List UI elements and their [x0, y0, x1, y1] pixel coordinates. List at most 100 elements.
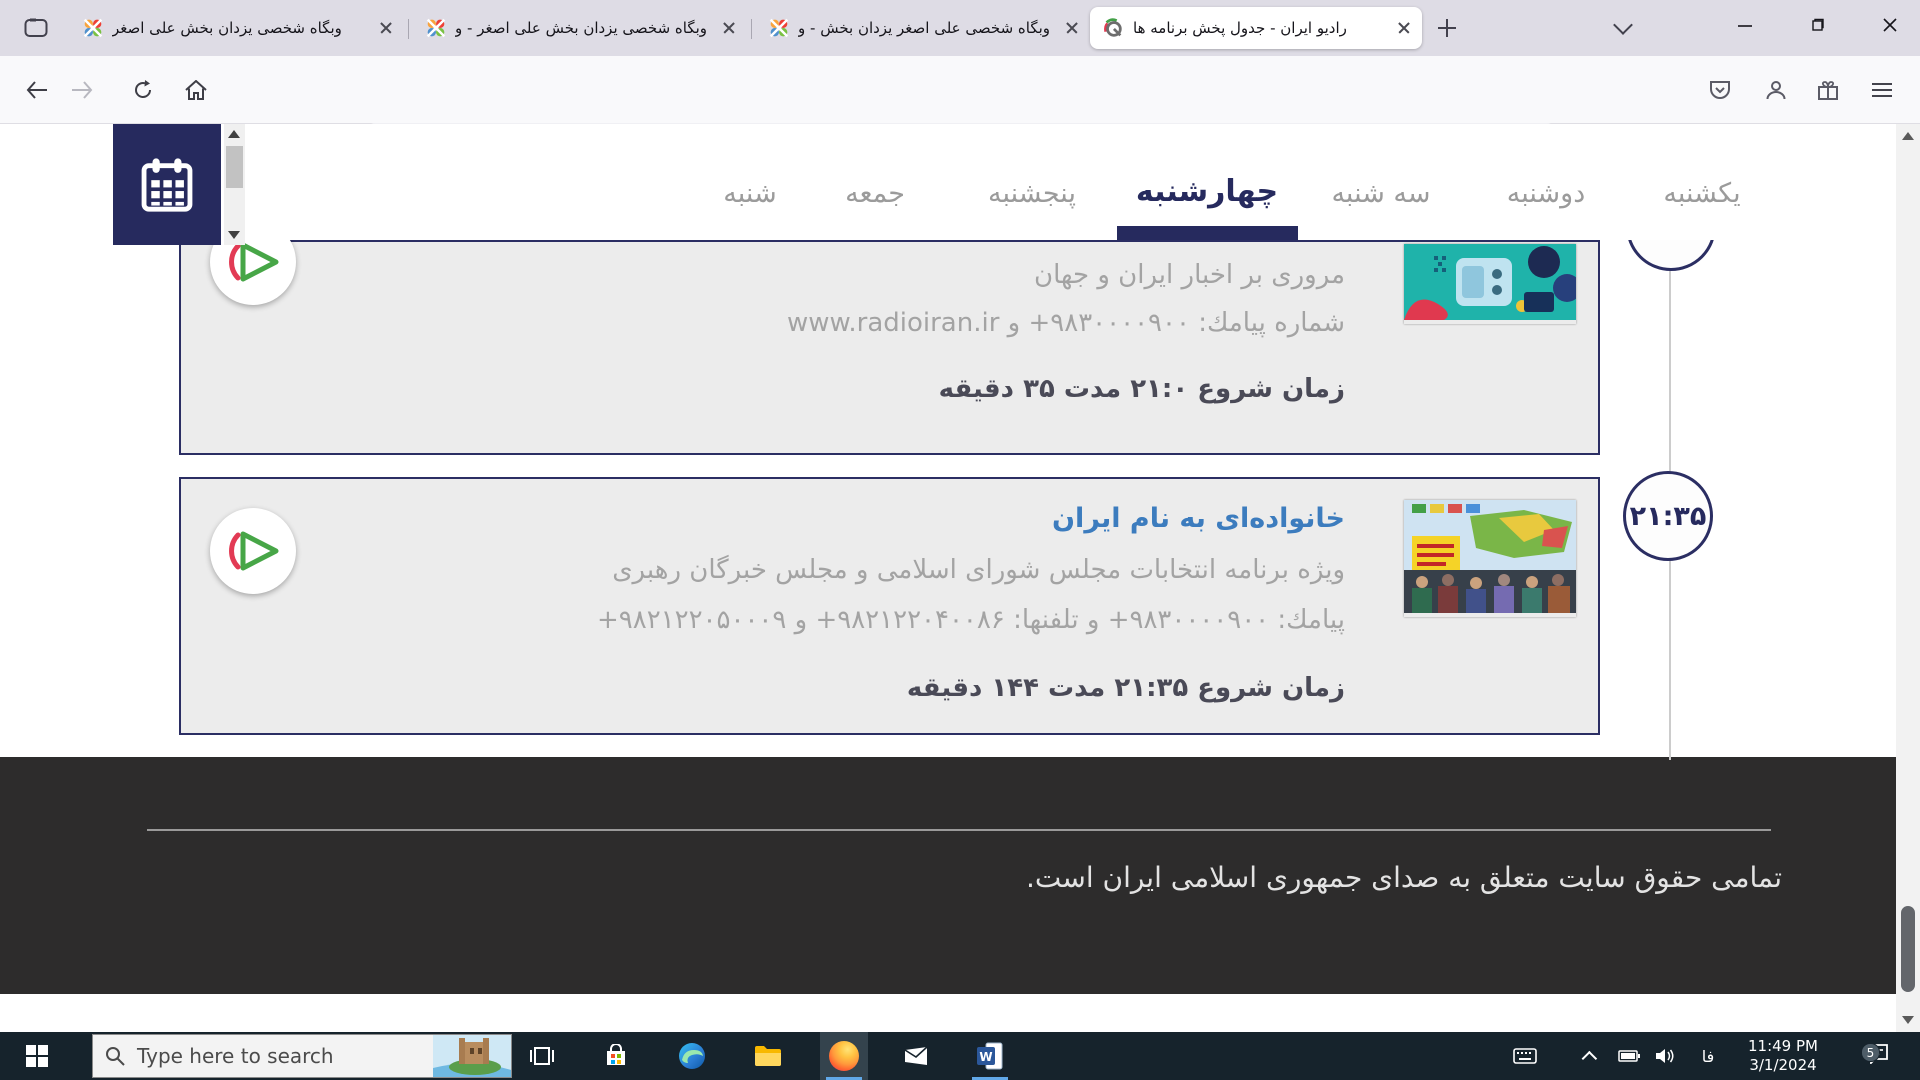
search-highlight-image[interactable]	[433, 1034, 511, 1078]
browser-toolbar: radio.iranseda.ir/epglist/?VALID=TRUE&ch…	[0, 56, 1920, 124]
tab-close-icon[interactable]	[1398, 22, 1410, 34]
list-tabs-chevron-icon[interactable]	[1613, 15, 1633, 35]
tab-day-thursday[interactable]: پنجشنبه	[988, 178, 1076, 209]
program-subtitle: ویژه برنامه انتخابات مجلس شورای اسلامی و…	[612, 555, 1345, 585]
file-explorer-button[interactable]	[746, 1032, 790, 1080]
scrollbar-up-icon[interactable]	[1902, 132, 1914, 140]
home-icon[interactable]	[178, 72, 214, 108]
gift-icon[interactable]	[1810, 72, 1846, 108]
browser-scrollbar[interactable]	[1896, 124, 1920, 1032]
speaker-icon	[1655, 1048, 1675, 1064]
firefox-view-icon[interactable]	[18, 13, 54, 43]
tab-title: وبگاه شخصی یزدان بخش علی اصغر - و	[455, 19, 714, 37]
search-placeholder: Type here to search	[137, 1044, 433, 1068]
account-icon[interactable]	[1758, 72, 1794, 108]
tab-4-active[interactable]: رادیو ایران - جدول پخش برنامه ها	[1090, 7, 1422, 49]
program-thumbnail-poster	[1404, 500, 1576, 617]
timeline-time-badge: ۲۱:۳۵	[1623, 471, 1713, 561]
firefox-button-active[interactable]	[820, 1032, 868, 1080]
program-thumbnail-radio	[1404, 244, 1576, 324]
tab-close-icon[interactable]	[380, 22, 392, 34]
word-button[interactable]: W	[966, 1032, 1014, 1080]
file-explorer-icon	[754, 1044, 782, 1068]
active-day-underline	[1117, 226, 1298, 240]
tab-day-friday[interactable]: جمعه	[845, 178, 905, 209]
scrollbar-thumb[interactable]	[1901, 906, 1915, 992]
tab-2[interactable]: وبگاه شخصی یزدان بخش علی اصغر - و	[414, 7, 747, 49]
program-subtitle: مروری بر اخبار ایران و جهان	[1034, 260, 1345, 290]
program-title[interactable]: خانواده‌ای به نام ایران	[1052, 503, 1345, 534]
tab-1[interactable]: وبگاه شخصی یزدان بخش علی اصغر	[71, 7, 404, 49]
weekday-nav: شنبه جمعه پنجشنبه چهارشنبه سه شنبه دوشنب…	[0, 124, 1896, 240]
tab-separator	[408, 19, 409, 39]
program-contact-line: شماره پیامك: ‪+۹۸۳۰۰۰۰۹۰۰‬ و www.radioir…	[787, 308, 1345, 338]
scroll-down-icon[interactable]	[228, 231, 240, 239]
program-time-info: زمان شروع ۲۱:۳۵ مدت ۱۴۴ دقیقه	[907, 673, 1345, 703]
tab-title: وبگاه شخصی یزدان بخش علی اصغر	[112, 19, 371, 37]
edge-button[interactable]	[670, 1032, 714, 1080]
taskbar-search[interactable]: Type here to search	[92, 1034, 512, 1078]
window-close-button[interactable]	[1870, 8, 1910, 42]
taskbar-clock[interactable]: 11:49 PM 3/1/2024	[1735, 1032, 1831, 1080]
calendar-button[interactable]	[113, 124, 221, 245]
start-button[interactable]	[12, 1032, 62, 1080]
tab-separator	[751, 19, 752, 39]
new-tab-button[interactable]	[1435, 16, 1459, 40]
browser-tab-bar: وبگاه شخصی یزدان بخش علی اصغر وبگاه شخصی…	[0, 0, 1920, 56]
window-maximize-button[interactable]	[1797, 8, 1837, 42]
play-button[interactable]	[210, 508, 296, 594]
language-indicator[interactable]: فا	[1688, 1032, 1728, 1080]
chevron-up-icon	[1581, 1050, 1597, 1066]
task-view-button[interactable]	[520, 1032, 564, 1080]
footer-copyright: تمامی حقوق سایت متعلق به صدای جمهوری اسل…	[1026, 861, 1782, 894]
tab-day-sunday[interactable]: یکشنبه	[1663, 178, 1740, 209]
joomla-favicon-icon	[426, 18, 446, 38]
tab-day-monday[interactable]: دوشنبه	[1507, 178, 1585, 209]
action-center-button[interactable]: 5	[1856, 1032, 1900, 1080]
store-bag-icon	[604, 1044, 628, 1068]
tab-title: رادیو ایران - جدول پخش برنامه ها	[1133, 19, 1389, 37]
tab-day-wednesday-active[interactable]: چهارشنبه	[1136, 174, 1278, 209]
word-icon: W	[976, 1042, 1004, 1070]
back-icon[interactable]	[19, 72, 55, 108]
touch-keyboard-icon	[1513, 1048, 1537, 1064]
tab-title: وبگاه شخصی علی اصغر یزدان بخش - و	[798, 19, 1057, 37]
window-minimize-button[interactable]	[1725, 8, 1765, 42]
page-content: ۲۱:۰ ۲۱:۳۵ مروری بر اخبار ایران و جهان ش…	[0, 124, 1896, 1032]
search-icon	[105, 1046, 125, 1066]
calendar-icon	[138, 156, 196, 214]
mini-scrollbar-thumb[interactable]	[226, 146, 243, 188]
scrollbar-down-icon[interactable]	[1902, 1016, 1914, 1024]
tab-day-tuesday[interactable]: سه شنبه	[1331, 178, 1430, 209]
tab-day-saturday[interactable]: شنبه	[723, 178, 776, 209]
mini-scrollbar[interactable]	[224, 124, 245, 245]
hidden-icons-chevron[interactable]	[1576, 1032, 1606, 1080]
clock-time: 11:49 PM	[1748, 1037, 1818, 1056]
pocket-icon[interactable]	[1702, 72, 1738, 108]
scroll-up-icon[interactable]	[228, 130, 240, 138]
svg-text:W: W	[979, 1050, 992, 1064]
battery-icon	[1618, 1050, 1640, 1062]
windows-logo-icon	[26, 1045, 48, 1067]
touch-keyboard-button[interactable]	[1505, 1032, 1545, 1080]
battery-button[interactable]	[1612, 1032, 1646, 1080]
program-contact-line: پیامك: ‪+۹۸۳۰۰۰۰۹۰۰‬ و تلفنها: ‪+۹۸۲۱۲۲۰…	[597, 605, 1345, 635]
menu-hamburger-icon[interactable]	[1864, 72, 1900, 108]
notification-badge: 5	[1861, 1043, 1880, 1062]
footer-divider	[147, 829, 1771, 831]
mail-icon	[903, 1046, 929, 1066]
microsoft-store-button[interactable]	[594, 1032, 638, 1080]
reload-icon[interactable]	[125, 72, 161, 108]
tab-3[interactable]: وبگاه شخصی علی اصغر یزدان بخش - و	[757, 7, 1090, 49]
mail-button[interactable]	[894, 1032, 938, 1080]
program-card-1[interactable]: مروری بر اخبار ایران و جهان شماره پیامك:…	[179, 240, 1600, 455]
forward-icon[interactable]	[64, 72, 100, 108]
tab-close-icon[interactable]	[723, 22, 735, 34]
program-card-2[interactable]: خانواده‌ای به نام ایران ویژه برنامه انتخ…	[179, 477, 1600, 735]
windows-taskbar: Type here to search	[0, 1032, 1920, 1080]
screen: وبگاه شخصی یزدان بخش علی اصغر وبگاه شخصی…	[0, 0, 1920, 1080]
edge-icon	[678, 1042, 706, 1070]
tab-close-icon[interactable]	[1066, 22, 1078, 34]
volume-button[interactable]	[1648, 1032, 1682, 1080]
joomla-favicon-icon	[769, 18, 789, 38]
